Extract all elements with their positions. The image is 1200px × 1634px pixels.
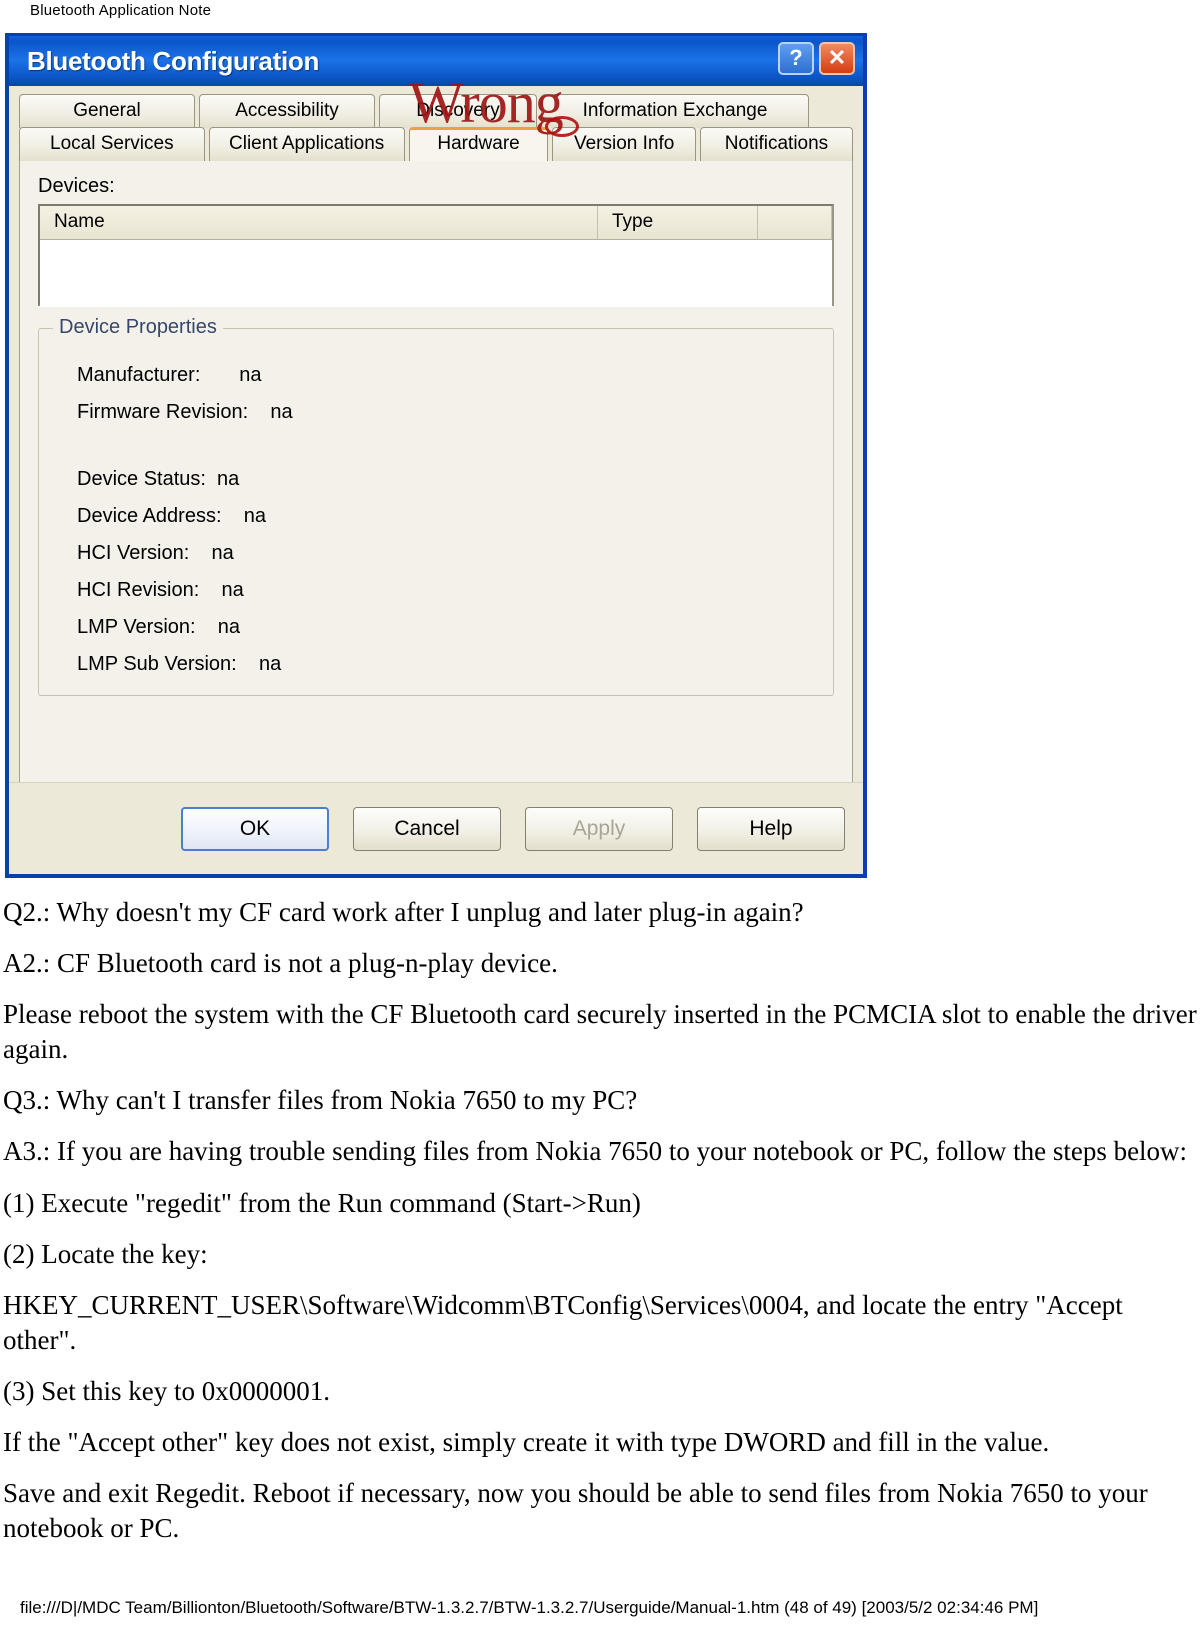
tab-notifications[interactable]: Notifications — [699, 126, 853, 161]
apply-button: Apply — [525, 806, 673, 851]
cancel-button[interactable]: Cancel — [353, 806, 501, 851]
devices-list-header: Name Type — [40, 205, 832, 240]
tab-strip: General Accessibility Discovery Informat… — [9, 86, 863, 161]
tab-discovery[interactable]: Discovery — [379, 94, 537, 128]
property-lmp-version: LMP Version: na — [77, 615, 241, 638]
dialog-button-bar: OK Cancel Apply Help — [9, 782, 863, 874]
device-properties-list: Manufacturer: na Firmware Revision: na D… — [39, 351, 833, 683]
help-icon[interactable]: ? — [778, 42, 814, 75]
tab-row-2: Local Services Client Applications Hardw… — [19, 126, 853, 161]
paragraph-registry-key: HKEY_CURRENT_USER\Software\Widcomm\BTCon… — [3, 1289, 1123, 1355]
device-properties-group: Device Properties Manufacturer: na Firmw… — [38, 315, 834, 696]
close-glyph: ✕ — [827, 44, 847, 70]
property-device-address: Device Address: na — [77, 504, 266, 527]
tab-row-1: General Accessibility Discovery Informat… — [19, 94, 853, 128]
paragraph-step-2: (2) Locate the key: — [3, 1238, 208, 1269]
paragraph-save-exit: Save and exit Regedit. Reboot if necessa… — [3, 1478, 1148, 1544]
property-lmp-sub-version: LMP Sub Version: na — [77, 652, 282, 675]
paragraph-step-1: (1) Execute "regedit" from the Run comma… — [3, 1187, 641, 1218]
property-manufacturer: Manufacturer: na — [77, 363, 262, 386]
page-header: Bluetooth Application Note — [30, 2, 212, 19]
devices-listbox[interactable]: Name Type — [38, 203, 834, 307]
dialog-titlebar: Bluetooth Configuration ? ✕ — [9, 33, 863, 86]
tab-accessibility[interactable]: Accessibility — [199, 94, 375, 128]
devices-list-body[interactable] — [40, 239, 832, 307]
column-header-extra[interactable] — [758, 205, 832, 239]
device-properties-title: Device Properties — [53, 315, 223, 339]
page-footer: file:///D|/MDC Team/Billionton/Bluetooth… — [20, 1598, 1039, 1617]
ok-button[interactable]: OK — [181, 806, 329, 851]
close-icon[interactable]: ✕ — [819, 42, 855, 75]
dialog-title: Bluetooth Configuration — [27, 45, 320, 76]
property-firmware-revision: Firmware Revision: na — [77, 400, 293, 423]
paragraph-a3: A3.: If you are having trouble sending f… — [3, 1136, 1188, 1167]
tab-general[interactable]: General — [19, 94, 195, 128]
bluetooth-configuration-dialog: Bluetooth Configuration ? ✕ General Acce… — [5, 33, 867, 878]
hardware-tab-panel: Devices: Name Type Device Properties Man… — [19, 160, 853, 799]
property-hci-version: HCI Version: na — [77, 541, 234, 564]
paragraph-q2: Q2.: Why doesn't my CF card work after I… — [3, 897, 804, 927]
paragraph-q3: Q3.: Why can't I transfer files from Nok… — [3, 1085, 638, 1116]
paragraph-accept-other-note: If the "Accept other" key does not exist… — [3, 1427, 1050, 1458]
document-body: Q2.: Why doesn't my CF card work after I… — [3, 895, 1197, 1562]
devices-label: Devices: — [38, 174, 115, 197]
help-button[interactable]: Help — [697, 806, 845, 851]
property-spacer — [77, 431, 833, 461]
titlebar-buttons: ? ✕ — [778, 42, 855, 75]
help-glyph: ? — [789, 44, 803, 70]
property-device-status: Device Status: na — [77, 467, 240, 490]
tab-client-applications[interactable]: Client Applications — [208, 126, 405, 161]
property-hci-revision: HCI Revision: na — [77, 578, 244, 601]
tab-information-exchange[interactable]: Information Exchange — [541, 94, 809, 128]
column-header-name[interactable]: Name — [40, 205, 598, 239]
column-header-type[interactable]: Type — [598, 205, 758, 239]
tab-hardware[interactable]: Hardware — [408, 126, 549, 161]
tab-local-services[interactable]: Local Services — [19, 126, 205, 161]
paragraph-a2: A2.: CF Bluetooth card is not a plug-n-p… — [3, 948, 558, 979]
paragraph-a2-detail: Please reboot the system with the CF Blu… — [3, 999, 1197, 1065]
wrong-annotation-circle — [545, 116, 579, 137]
paragraph-step-3: (3) Set this key to 0x0000001. — [3, 1375, 330, 1406]
